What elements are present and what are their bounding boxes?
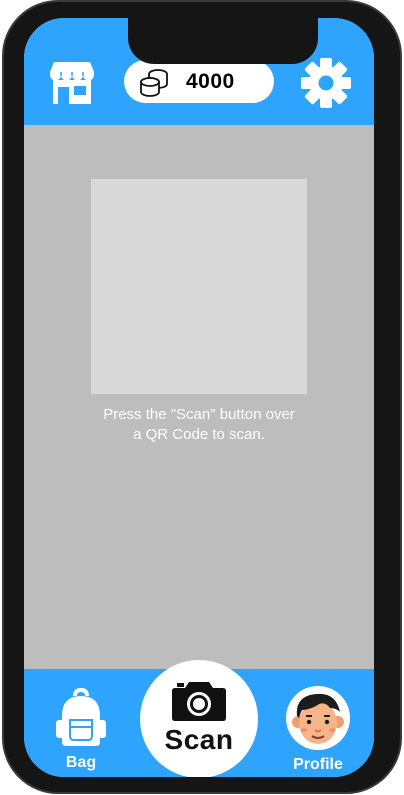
shop-button[interactable] <box>48 58 96 106</box>
scan-instruction: Press the "Scan" button over a QR Code t… <box>24 405 374 445</box>
app-screen: 4000 Press the "Scan" button over a QR C… <box>24 18 374 777</box>
settings-button[interactable] <box>300 57 352 109</box>
camera-icon <box>172 682 226 721</box>
nav-scan-label: Scan <box>164 724 234 755</box>
avatar <box>286 686 350 750</box>
nav-bag-button[interactable]: Bag <box>46 686 116 772</box>
nav-bag-label: Bag <box>65 754 97 771</box>
coin-balance: 4000 <box>124 60 274 103</box>
phone-notch <box>128 18 318 64</box>
coin-amount: 4000 <box>186 70 235 93</box>
storefront-icon <box>50 62 94 104</box>
nav-scan-button[interactable]: Scan <box>140 660 258 777</box>
coin-stack-icon <box>140 69 168 97</box>
avatar-icon <box>292 693 344 744</box>
backpack-icon <box>56 688 106 746</box>
instruction-line-1: Press the "Scan" button over <box>103 406 295 423</box>
qr-scan-viewport <box>91 179 307 394</box>
nav-profile-label: Profile <box>293 756 343 773</box>
instruction-line-2: a QR Code to scan. <box>133 426 265 443</box>
nav-profile-button[interactable]: Profile <box>282 684 354 774</box>
gear-icon <box>301 58 351 108</box>
